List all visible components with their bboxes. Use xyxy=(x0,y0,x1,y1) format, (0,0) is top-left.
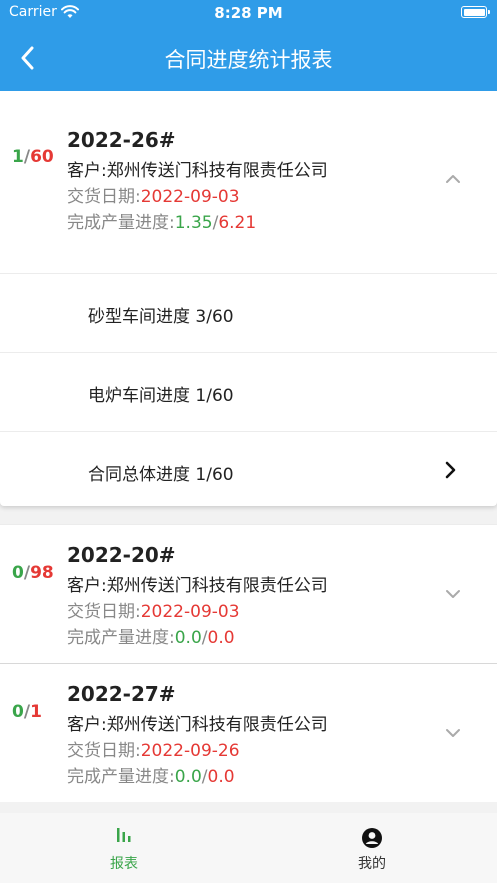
app-header: Carrier 8:28 PM 合同进度统计报表 xyxy=(0,0,497,91)
chevron-right-icon xyxy=(445,461,456,479)
contract-ratio: 0/1 xyxy=(12,702,42,722)
tab-label: 我的 xyxy=(358,856,386,872)
contract-header[interactable]: 1/60 2022-26# 客户:郑州传送门科技有限责任公司 交货日期:2022… xyxy=(0,91,497,273)
delivery-date: 交货日期:2022-09-03 xyxy=(67,602,240,622)
output-progress: 完成产量进度:1.35/6.21 xyxy=(67,213,257,233)
contract-card: 1/60 2022-26# 客户:郑州传送门科技有限责任公司 交货日期:2022… xyxy=(0,91,497,506)
chevron-up-icon[interactable] xyxy=(443,169,463,189)
battery-icon xyxy=(461,6,490,18)
contract-code: 2022-20# xyxy=(67,543,176,567)
detail-row-furnace-workshop[interactable]: 电炉车间进度 1/60 xyxy=(0,352,497,431)
contract-card[interactable]: 0/98 2022-20# 客户:郑州传送门科技有限责任公司 交货日期:2022… xyxy=(0,524,497,663)
bar-chart-icon xyxy=(117,828,131,842)
status-time: 8:28 PM xyxy=(214,4,283,22)
detail-label: 电炉车间进度 1/60 xyxy=(88,386,234,406)
delivery-date: 交货日期:2022-09-03 xyxy=(67,187,240,207)
status-bar: Carrier 8:28 PM xyxy=(0,0,497,26)
contract-client: 客户:郑州传送门科技有限责任公司 xyxy=(67,576,328,596)
detail-row-overall[interactable]: 合同总体进度 1/60 xyxy=(0,431,497,506)
tab-reports[interactable]: 报表 xyxy=(0,813,248,883)
chevron-down-icon[interactable] xyxy=(443,723,463,743)
detail-label: 合同总体进度 1/60 xyxy=(88,465,234,485)
output-progress: 完成产量进度:0.0/0.0 xyxy=(67,628,235,648)
user-circle-icon xyxy=(362,828,382,848)
chevron-down-icon[interactable] xyxy=(443,584,463,604)
contract-client: 客户:郑州传送门科技有限责任公司 xyxy=(67,715,328,735)
contract-card[interactable]: 0/1 2022-27# 客户:郑州传送门科技有限责任公司 交货日期:2022-… xyxy=(0,663,497,802)
page-title: 合同进度统计报表 xyxy=(164,48,333,72)
detail-row-sand-workshop[interactable]: 砂型车间进度 3/60 xyxy=(0,273,497,352)
contract-list[interactable]: 1/60 2022-26# 客户:郑州传送门科技有限责任公司 交货日期:2022… xyxy=(0,91,497,813)
detail-label: 砂型车间进度 3/60 xyxy=(88,307,234,327)
output-progress: 完成产量进度:0.0/0.0 xyxy=(67,767,235,787)
delivery-date: 交货日期:2022-09-26 xyxy=(67,741,240,761)
contract-ratio: 1/60 xyxy=(12,147,54,167)
tab-bar: 报表 我的 xyxy=(0,813,497,883)
contract-ratio: 0/98 xyxy=(12,563,54,583)
contract-code: 2022-27# xyxy=(67,682,176,706)
contract-client: 客户:郑州传送门科技有限责任公司 xyxy=(67,161,328,181)
contract-code: 2022-26# xyxy=(67,128,176,152)
tab-profile[interactable]: 我的 xyxy=(248,813,496,883)
tab-label: 报表 xyxy=(110,856,138,872)
nav-bar: 合同进度统计报表 xyxy=(0,36,497,80)
